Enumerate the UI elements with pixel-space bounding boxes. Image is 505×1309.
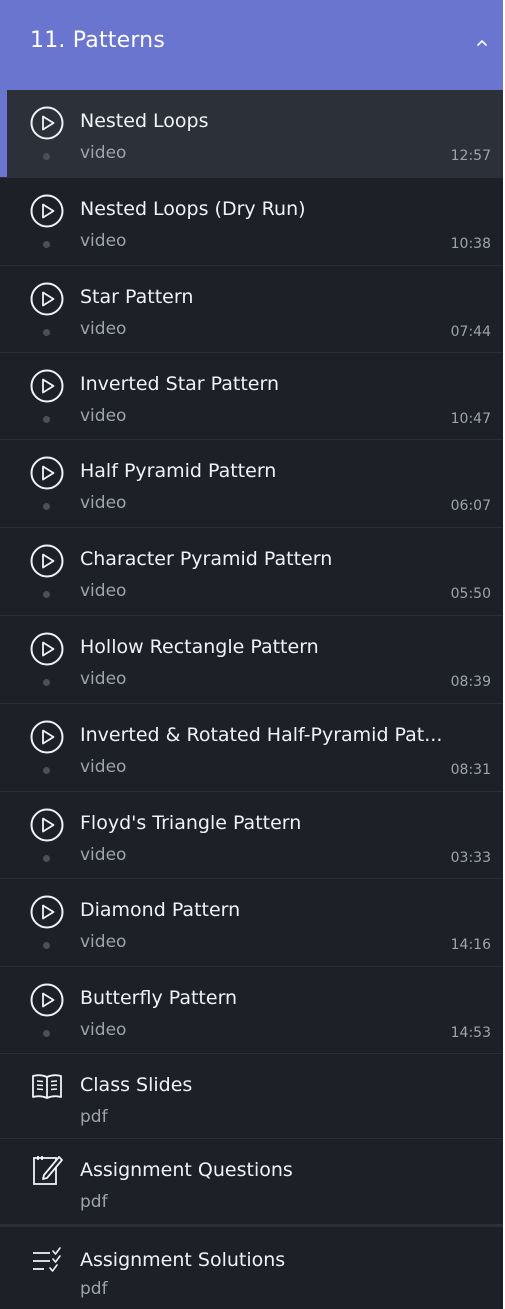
lesson-duration: 07:44: [450, 324, 491, 340]
lesson-title: Hollow Rectangle Pattern: [80, 636, 319, 658]
lesson-duration: 06:07: [450, 498, 491, 514]
lesson-type: video: [80, 406, 127, 426]
resource-item-assignment-solutions[interactable]: Assignment Solutions pdf: [0, 1225, 503, 1309]
course-section-panel: 11. Patterns Nested Loops video 12:57 Ne…: [0, 0, 503, 1309]
lesson-duration: 14:16: [450, 937, 491, 953]
lesson-duration: 12:57: [450, 148, 491, 164]
lesson-type: video: [80, 493, 127, 513]
status-dot: [43, 679, 50, 686]
status-dot: [43, 416, 50, 423]
play-circle-icon: [30, 369, 64, 403]
lesson-type: video: [80, 319, 127, 339]
status-dot: [43, 855, 50, 862]
resource-item-assignment-questions[interactable]: Assignment Questions pdf: [0, 1139, 503, 1225]
play-circle-icon: [30, 895, 64, 929]
lesson-title: Half Pyramid Pattern: [80, 460, 277, 482]
lesson-duration: 14:53: [450, 1025, 491, 1041]
play-circle-icon: [30, 106, 64, 140]
lesson-item-nested-loops-dry-run[interactable]: Nested Loops (Dry Run) video 10:38: [0, 178, 503, 266]
lesson-type: video: [80, 932, 127, 952]
play-circle-icon: [30, 282, 64, 316]
play-circle-icon: [30, 720, 64, 754]
resource-type: pdf: [80, 1107, 108, 1127]
lesson-title: Inverted & Rotated Half-Pyramid Pat...: [80, 724, 443, 746]
lesson-item-half-pyramid-pattern[interactable]: Half Pyramid Pattern video 06:07: [0, 440, 503, 528]
lesson-duration: 05:50: [450, 586, 491, 602]
lesson-type: video: [80, 581, 127, 601]
lesson-type: video: [80, 231, 127, 251]
lesson-type: video: [80, 845, 127, 865]
play-circle-icon: [30, 456, 64, 490]
lesson-duration: 10:38: [450, 236, 491, 252]
lesson-title: Nested Loops (Dry Run): [80, 198, 306, 220]
resource-type: pdf: [80, 1279, 108, 1299]
lesson-title: Butterfly Pattern: [80, 987, 238, 1009]
lesson-title: Floyd's Triangle Pattern: [80, 812, 302, 834]
book-open-icon: [32, 1074, 62, 1099]
lesson-type: video: [80, 757, 127, 777]
lesson-item-inverted-rotated-half-pyramid[interactable]: Inverted & Rotated Half-Pyramid Pat... v…: [0, 704, 503, 792]
resource-item-class-slides[interactable]: Class Slides pdf: [0, 1054, 503, 1139]
status-dot: [43, 767, 50, 774]
lesson-title: Diamond Pattern: [80, 899, 241, 921]
section-header[interactable]: 11. Patterns: [0, 0, 503, 90]
lesson-item-diamond-pattern[interactable]: Diamond Pattern video 14:16: [0, 879, 503, 967]
lesson-duration: 03:33: [450, 850, 491, 866]
status-dot: [43, 1030, 50, 1037]
lesson-duration: 10:47: [450, 411, 491, 427]
lesson-item-nested-loops[interactable]: Nested Loops video 12:57: [0, 90, 503, 178]
lesson-title: Nested Loops: [80, 110, 209, 132]
resource-title: Assignment Solutions: [80, 1249, 286, 1271]
lesson-duration: 08:31: [450, 762, 491, 778]
checklist-icon: [33, 1247, 61, 1272]
lesson-item-hollow-rectangle-pattern[interactable]: Hollow Rectangle Pattern video 08:39: [0, 616, 503, 704]
lesson-type: video: [80, 143, 127, 163]
lesson-title: Star Pattern: [80, 286, 194, 308]
status-dot: [43, 591, 50, 598]
resource-title: Class Slides: [80, 1074, 193, 1096]
play-circle-icon: [30, 983, 64, 1017]
lesson-title: Character Pyramid Pattern: [80, 548, 333, 570]
status-dot: [43, 329, 50, 336]
lesson-type: video: [80, 669, 127, 689]
status-dot: [43, 241, 50, 248]
lesson-item-star-pattern[interactable]: Star Pattern video 07:44: [0, 266, 503, 353]
section-title: 11. Patterns: [30, 28, 165, 53]
lesson-type: video: [80, 1020, 127, 1040]
play-circle-icon: [30, 194, 64, 228]
edit-note-icon: [33, 1156, 63, 1185]
chevron-up-icon[interactable]: [475, 36, 489, 50]
play-circle-icon: [30, 808, 64, 842]
lesson-item-character-pyramid-pattern[interactable]: Character Pyramid Pattern video 05:50: [0, 528, 503, 616]
status-dot: [43, 503, 50, 510]
play-circle-icon: [30, 544, 64, 578]
resource-type: pdf: [80, 1192, 108, 1212]
play-circle-icon: [30, 632, 64, 666]
lesson-duration: 08:39: [450, 674, 491, 690]
lesson-item-inverted-star-pattern[interactable]: Inverted Star Pattern video 10:47: [0, 353, 503, 440]
resource-title: Assignment Questions: [80, 1159, 293, 1181]
status-dot: [43, 153, 50, 160]
lesson-title: Inverted Star Pattern: [80, 373, 279, 395]
lesson-item-butterfly-pattern[interactable]: Butterfly Pattern video 14:53: [0, 967, 503, 1054]
status-dot: [43, 942, 50, 949]
lesson-item-floyds-triangle-pattern[interactable]: Floyd's Triangle Pattern video 03:33: [0, 792, 503, 879]
